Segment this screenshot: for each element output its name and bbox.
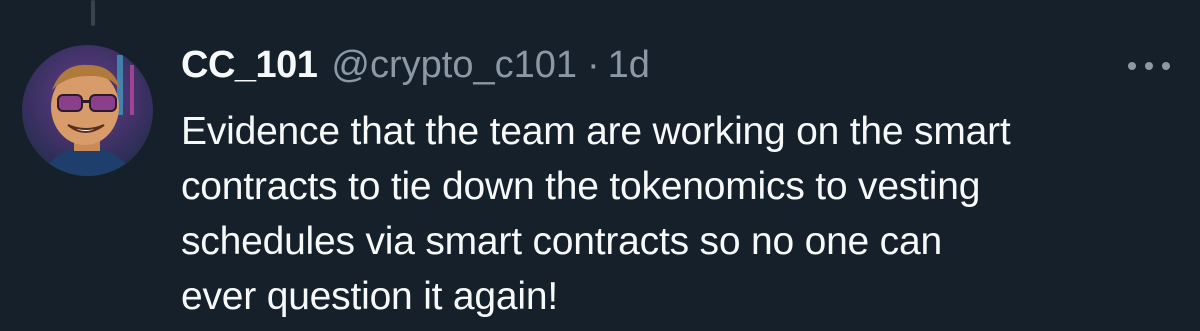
separator-dot: ·: [587, 44, 600, 86]
more-options-icon[interactable]: [1128, 56, 1170, 76]
avatar-illustration: [22, 45, 153, 176]
tweet-card[interactable]: CC_101 @crypto_c101 · 1d Evidence that t…: [0, 0, 1200, 331]
tweet-text: Evidence that the team are working on th…: [181, 104, 1171, 324]
tweet-header: CC_101 @crypto_c101 · 1d: [181, 44, 650, 94]
tweet-text-line: Evidence that the team are working on th…: [181, 110, 1011, 153]
tweet-text-line: ever question it again!: [181, 275, 558, 318]
avatar[interactable]: [22, 45, 153, 176]
more-dot: [1162, 62, 1170, 70]
user-handle[interactable]: @crypto_c101: [331, 44, 577, 87]
thread-connector-line: [91, 0, 95, 26]
more-dot: [1128, 62, 1136, 70]
display-name[interactable]: CC_101: [181, 44, 318, 87]
timestamp[interactable]: 1d: [608, 44, 650, 87]
tweet-text-line: schedules via smart contracts so no one …: [181, 220, 942, 263]
tweet-text-line: contracts to tie down the tokenomics to …: [181, 165, 981, 208]
more-dot: [1145, 62, 1153, 70]
